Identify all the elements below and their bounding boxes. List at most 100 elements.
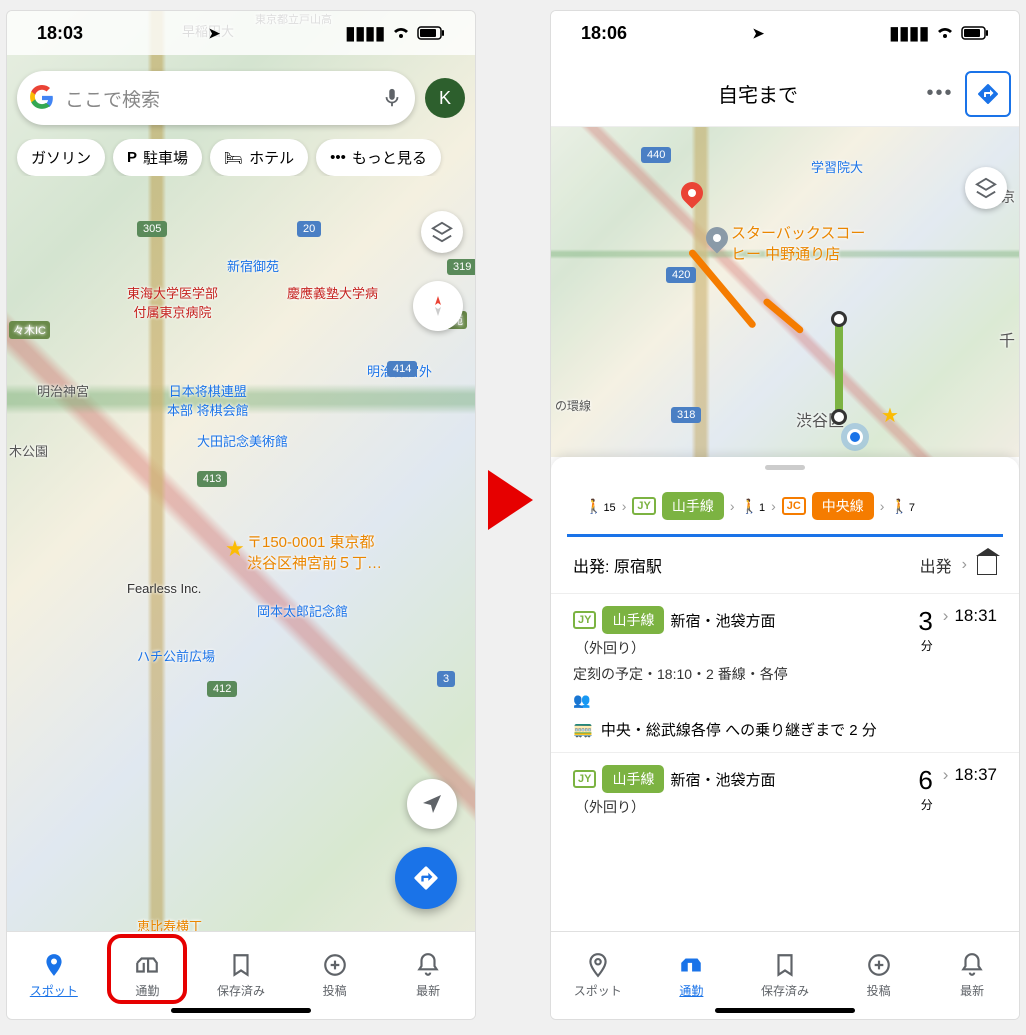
line-badge: 中央線 [812,492,874,520]
nav-commute[interactable]: 通勤 [645,932,739,1019]
commute-icon [134,952,160,978]
compass-button[interactable] [413,281,463,331]
home-indicator[interactable] [715,1008,855,1013]
line-badge: 山手線 [662,492,724,520]
nav-spot[interactable]: スポット [7,932,101,1019]
home-indicator[interactable] [171,1008,311,1013]
map-label: 木公園 [9,441,48,460]
route-sheet[interactable]: 🚶15 › JY 山手線 › 🚶1 › JC 中央線 › 🚶7 出発: 原宿駅 … [551,457,1019,931]
line-code: JY [632,497,655,515]
home-icon[interactable] [977,555,997,575]
train-loop: （外回り） [575,797,908,817]
chip-hotel[interactable]: 🛏ホテル [210,139,308,176]
my-location-button[interactable] [407,779,457,829]
departure-station: 出発: 原宿駅 [573,553,662,577]
star-marker-icon[interactable]: ★ [225,536,245,562]
nav-spot[interactable]: スポット [551,932,645,1019]
transfer-info: 🚃 中央・総武線各停 への乗り継ぎまで 2 分 [573,719,908,740]
bookmark-icon [228,952,254,978]
chevron-icon: › [622,498,627,514]
bottom-nav: スポット 通勤 保存済み 投稿 最新 [551,931,1019,1019]
arrival-time: › 18:37 [943,765,997,785]
depart-action[interactable]: 出発 [920,553,952,577]
bookmark-icon [772,952,798,978]
route-sequence[interactable]: 🚶15 › JY 山手線 › 🚶1 › JC 中央線 › 🚶7 [567,478,1003,537]
map-label: 学習院大 [811,157,863,176]
cell-signal-icon: ▮▮▮▮ [345,23,385,44]
category-chips: ガソリン P駐車場 🛏ホテル •••もっと見る [7,139,475,176]
chip-gas[interactable]: ガソリン [17,139,105,176]
nav-contribute[interactable]: 投稿 [288,932,382,1019]
map-label: 〒150-0001 東京都 渋谷区神宮前５丁… [247,531,382,573]
bell-icon [959,952,985,978]
arrival-time: › 18:31 [943,606,997,626]
chip-parking[interactable]: P駐車場 [113,139,202,176]
departure-row: 出発: 原宿駅 出発 › [551,537,1019,593]
map-label: ハチ公前広場 [137,646,215,665]
occupancy-icon: 👥 [573,692,908,709]
road-badge: 319 [447,259,476,275]
train-timing: 6 分 [918,765,932,813]
search-row: ここで検索 K [17,71,465,125]
current-location-dot [847,429,863,445]
bed-icon: 🛏 [224,149,243,167]
road-badge: 3 [437,671,455,687]
line-badge: 山手線 [602,765,664,793]
train-icon: 🚃 [573,719,593,739]
nav-contribute[interactable]: 投稿 [832,932,926,1019]
line-badge: 山手線 [602,606,664,634]
status-bar: 18:06 ➤ ▮▮▮▮ [551,11,1019,55]
search-placeholder: ここで検索 [65,85,371,112]
layers-button[interactable] [965,167,1007,209]
map-label: 岡本太郎記念館 [257,601,348,620]
walk-step: 🚶1 [741,498,766,515]
map-label: Fearless Inc. [127,581,201,596]
pin-icon [41,952,67,978]
layers-button[interactable] [421,211,463,253]
map-label: 日本将棋連盟 本部 将棋会館 [167,381,249,419]
plus-circle-icon [322,952,348,978]
nav-saved[interactable]: 保存済み [738,932,832,1019]
status-time: 18:03 [37,23,83,44]
more-menu-icon[interactable]: ••• [915,82,965,105]
search-box[interactable]: ここで検索 [17,71,415,125]
route-waypoint [831,409,847,425]
bell-icon [415,952,441,978]
start-nav-button[interactable] [965,71,1011,117]
nav-commute[interactable]: 通勤 [101,932,195,1019]
commute-icon [678,952,704,978]
star-marker-icon[interactable]: ★ [881,403,899,428]
nav-updates[interactable]: 最新 [381,932,475,1019]
battery-icon [417,26,445,40]
profile-avatar[interactable]: K [425,78,465,118]
location-arrow-icon: ➤ [208,25,220,42]
map-label: 慶應義塾大学病 [287,283,378,302]
walk-icon: 🚶 [585,498,602,515]
train-option[interactable]: JY 山手線 新宿・池袋方面 （外回り） 6 分 › 18:37 [551,752,1019,829]
mic-icon[interactable] [381,87,403,109]
map-label: 明治神宮 [37,381,89,400]
walk-icon: 🚶 [741,498,758,515]
chevron-icon: › [771,498,776,514]
road-badge: 440 [641,147,671,163]
nav-updates[interactable]: 最新 [925,932,1019,1019]
sheet-handle[interactable] [765,465,805,470]
train-loop: （外回り） [575,638,908,658]
road-badge: 413 [197,471,227,487]
map-label: 々木IC [9,321,50,339]
status-time: 18:06 [581,23,627,44]
chevron-icon: › [962,556,967,574]
destination-header: 自宅まで ••• [551,61,1019,127]
walk-icon: 🚶 [890,498,907,515]
battery-icon [961,26,989,40]
nav-saved[interactable]: 保存済み [194,932,288,1019]
chip-more[interactable]: •••もっと見る [316,139,441,176]
chevron-icon: › [880,498,885,514]
cell-signal-icon: ▮▮▮▮ [889,23,929,44]
route-map[interactable]: 440 420 318 学習院大 スターバックスコー ヒー 中野通り店 渋谷区 … [551,127,1019,457]
chevron-icon: › [943,765,949,785]
chevron-icon: › [943,606,949,626]
train-option[interactable]: JY 山手線 新宿・池袋方面 （外回り） 定刻の予定・18:10・2 番線・各停… [551,593,1019,752]
directions-fab[interactable] [395,847,457,909]
road-badge: 420 [666,267,696,283]
